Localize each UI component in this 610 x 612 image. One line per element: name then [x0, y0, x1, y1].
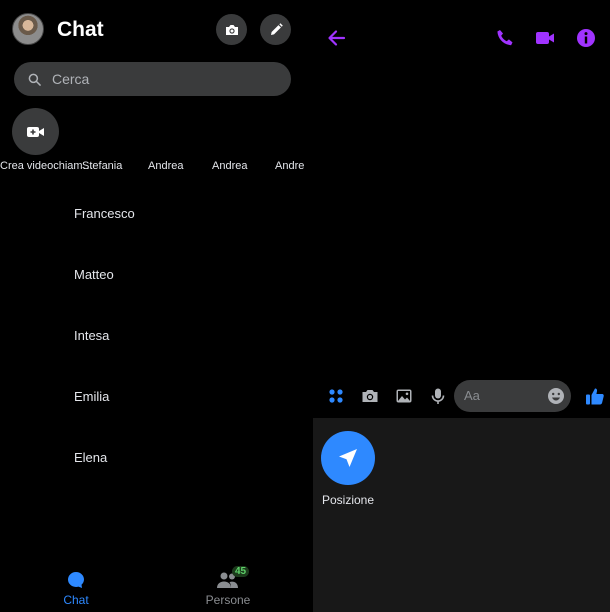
gallery-icon[interactable]: [395, 387, 413, 405]
conversation-name: Matteo: [74, 267, 114, 282]
story-person[interactable]: Andrea: [148, 160, 183, 172]
emoji-icon[interactable]: [547, 387, 565, 405]
conversation-row[interactable]: Matteo: [0, 245, 313, 306]
tab-people[interactable]: 45 Persone: [168, 560, 288, 612]
story-person[interactable]: Andrea: [212, 160, 247, 172]
camera-icon: [225, 24, 238, 35]
stories-row: Crea videochiam… Stefania Andrea Andrea …: [0, 106, 313, 188]
conversation-row[interactable]: Francesco: [0, 184, 313, 245]
message-composer: [313, 377, 610, 415]
conversation-row[interactable]: Elena: [0, 428, 313, 489]
message-input-box[interactable]: [454, 380, 571, 412]
microphone-icon[interactable]: [429, 387, 447, 405]
conversation-row[interactable]: Intesa: [0, 306, 313, 367]
create-video-call-label: Crea videochiam…: [0, 160, 94, 172]
new-message-button[interactable]: [260, 14, 291, 45]
phone-call-icon[interactable]: [494, 27, 516, 49]
chat-list-pane: Chat Crea: [0, 0, 313, 612]
share-location-button[interactable]: [321, 431, 375, 485]
search-bar[interactable]: [14, 62, 291, 96]
video-plus-icon: [26, 126, 44, 137]
bottom-navigation: Chat 45 Persone: [0, 560, 313, 612]
conversation-name: Emilia: [74, 389, 110, 404]
people-count-badge: 45: [232, 566, 250, 577]
page-title: Chat: [57, 18, 104, 41]
profile-avatar[interactable]: [12, 13, 44, 45]
tab-chat[interactable]: Chat: [16, 560, 136, 612]
header: Chat: [0, 0, 313, 60]
conversation-row[interactable]: Emilia: [0, 367, 313, 428]
search-icon: [28, 73, 41, 86]
location-arrow-icon: [339, 449, 357, 467]
pencil-icon: [270, 22, 283, 35]
conversation-pane: Posizione: [313, 0, 610, 612]
story-person[interactable]: Andre: [275, 160, 304, 172]
tab-people-label: Persone: [205, 593, 251, 607]
camera-icon[interactable]: [361, 387, 379, 405]
back-arrow-icon[interactable]: [325, 27, 347, 49]
message-input[interactable]: [464, 388, 544, 403]
search-input[interactable]: [52, 71, 272, 87]
attachment-tray: Posizione: [313, 418, 610, 612]
tab-chat-label: Chat: [63, 593, 89, 607]
info-icon[interactable]: [575, 27, 597, 49]
thumbs-up-icon[interactable]: [585, 386, 605, 406]
share-location-label: Posizione: [321, 493, 375, 507]
story-person[interactable]: Stefania: [82, 160, 122, 172]
conversation-name: Elena: [74, 450, 108, 465]
chat-bubble-icon: [68, 572, 84, 588]
conversation-name: Intesa: [74, 328, 110, 343]
apps-grid-icon[interactable]: [327, 387, 345, 405]
video-call-icon[interactable]: [534, 27, 556, 49]
create-video-call-button[interactable]: [12, 108, 59, 155]
camera-button[interactable]: [216, 14, 247, 45]
conversation-name: Francesco: [74, 206, 135, 221]
